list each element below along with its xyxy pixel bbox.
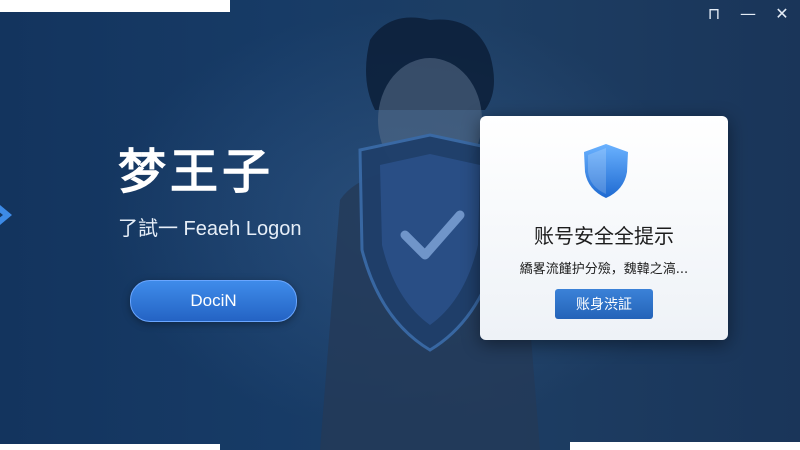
minimize-button[interactable]: — [738,4,758,24]
security-alert-dialog: 账号安全全提示 繑畧流饉护分殮，魏韓之滈... 账身渋証 [480,116,728,340]
bottom-right-highlight [570,442,800,450]
bottom-left-highlight [0,444,220,450]
verify-button[interactable]: 账身渋証 [555,289,653,319]
dialog-title: 账号安全全提示 [534,224,674,248]
close-button[interactable]: ✕ [772,4,792,24]
top-left-highlight [0,0,230,12]
app-title: 梦王子 [118,144,275,200]
pin-button[interactable]: ⊓ [704,4,724,24]
app-subtitle: 了試一 Feaeh Logon [118,218,302,240]
dialog-message: 繑畧流饉护分殮，魏韓之滈... [519,262,689,277]
shield-check-icon [584,144,628,198]
login-button[interactable]: DociN [130,280,297,322]
chevron-right-icon[interactable] [0,198,16,232]
window-controls: ⊓ — ✕ [704,4,792,24]
